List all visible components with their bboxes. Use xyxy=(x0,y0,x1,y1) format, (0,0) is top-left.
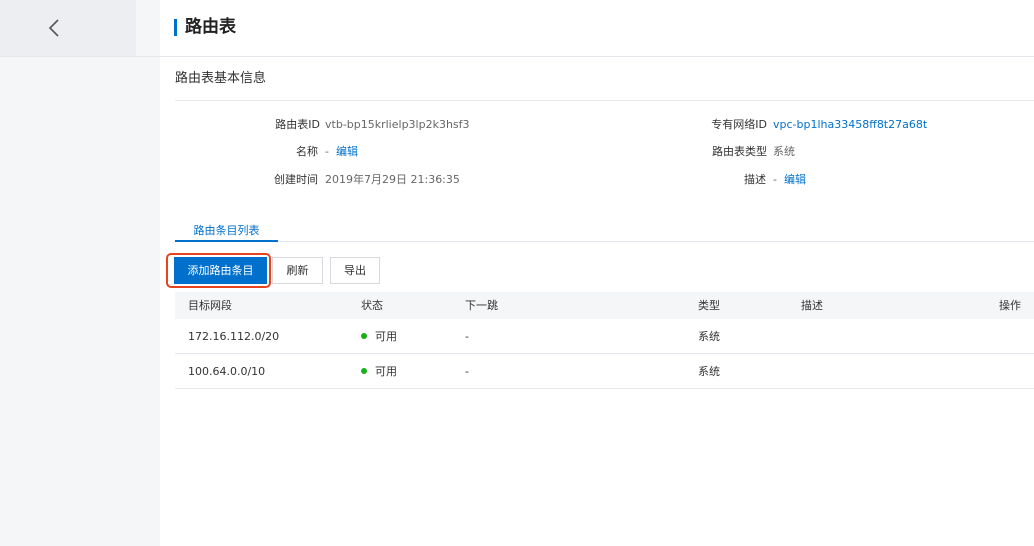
desc-value: - xyxy=(773,173,777,186)
info-type: 路由表类型 xyxy=(160,143,767,161)
cell-type: 系统 xyxy=(698,330,720,343)
page-title: 路由表 xyxy=(185,17,236,37)
tab-route-entries[interactable]: 路由条目列表 xyxy=(175,222,278,242)
col-header-next-hop: 下一跳 xyxy=(465,299,498,312)
status-dot-icon xyxy=(361,333,367,339)
title-accent-bar xyxy=(174,19,177,36)
sidebar-header xyxy=(0,0,160,57)
col-header-desc: 描述 xyxy=(801,299,823,312)
desc-edit-link[interactable]: 编辑 xyxy=(784,171,806,189)
col-header-status: 状态 xyxy=(361,299,383,312)
status-dot-icon xyxy=(361,368,367,374)
main-content: 路由表 路由表基本信息 路由表ID vtb-bp15krlielp3lp2k3h… xyxy=(160,0,1034,546)
table-header: 目标网段 状态 下一跳 类型 描述 操作 xyxy=(175,292,1034,319)
vpc-id-link[interactable]: vpc-bp1lha33458ff8t27a68t xyxy=(773,116,927,134)
cell-type: 系统 xyxy=(698,365,720,378)
tabs-divider xyxy=(175,241,1034,242)
section-divider xyxy=(175,100,1034,101)
back-button[interactable] xyxy=(0,0,136,56)
cell-cidr: 100.64.0.0/10 xyxy=(188,365,266,378)
chevron-left-icon xyxy=(48,19,59,37)
status-text: 可用 xyxy=(375,330,397,343)
route-entries-table: 目标网段 状态 下一跳 类型 描述 操作 172.16.112.0/20 可用 … xyxy=(175,292,1034,389)
col-header-action: 操作 xyxy=(999,299,1021,312)
cell-cidr: 172.16.112.0/20 xyxy=(188,330,280,343)
page-header: 路由表 xyxy=(160,0,1034,57)
refresh-button[interactable]: 刷新 xyxy=(272,257,323,284)
col-header-cidr: 目标网段 xyxy=(188,299,232,312)
info-desc: 描述 xyxy=(160,171,766,189)
cell-status: 可用 xyxy=(361,319,397,354)
table-row: 172.16.112.0/20 可用 - 系统 xyxy=(175,319,1034,354)
section-title: 路由表基本信息 xyxy=(175,71,267,86)
cell-status: 可用 xyxy=(361,354,397,389)
vpc-id-label: 专有网络ID xyxy=(711,118,767,131)
type-value: 系统 xyxy=(773,145,795,158)
info-desc-value: - 编辑 xyxy=(773,171,833,189)
cell-next-hop: - xyxy=(465,330,469,343)
table-row: 100.64.0.0/10 可用 - 系统 xyxy=(175,354,1034,389)
info-vpc-id: 专有网络ID xyxy=(160,116,767,134)
sidebar xyxy=(0,0,160,546)
desc-label: 描述 xyxy=(744,173,766,186)
add-route-entry-button[interactable]: 添加路由条目 xyxy=(174,257,267,284)
col-header-type: 类型 xyxy=(698,299,720,312)
cell-next-hop: - xyxy=(465,365,469,378)
export-button[interactable]: 导出 xyxy=(330,257,380,284)
type-label: 路由表类型 xyxy=(712,145,767,158)
status-text: 可用 xyxy=(375,365,397,378)
